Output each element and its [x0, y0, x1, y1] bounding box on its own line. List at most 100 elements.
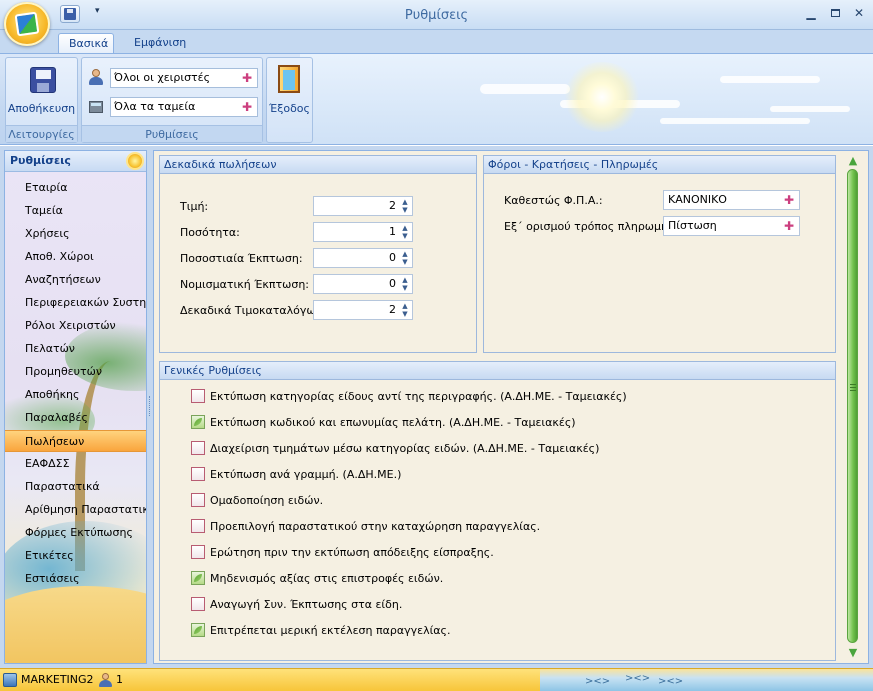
nav-item-print-forms[interactable]: Φόρμες Εκτύπωσης — [5, 522, 146, 544]
nav-item-labels[interactable]: Ετικέτες — [5, 545, 146, 567]
exit-button[interactable]: Έξοδος — [266, 57, 313, 143]
vat-status-field[interactable]: ΚΑΝΟΝΙΚΟ ✚ — [663, 190, 800, 210]
settings-nav-panel: Ρυθμίσεις Εταιρία Ταμεία Χρήσεις Αποθ. Χ… — [4, 150, 147, 664]
spin-arrows-icon[interactable]: ▲ ▼ — [400, 250, 410, 266]
quantity-decimals-value: 1 — [389, 225, 396, 238]
panel-splitter[interactable] — [149, 396, 152, 416]
floppy-disk-icon — [30, 67, 56, 93]
tab-basic[interactable]: Βασικά — [58, 33, 114, 55]
checkbox[interactable] — [191, 493, 205, 507]
pricelist-decimals-value: 2 — [389, 303, 396, 316]
nav-item-searches[interactable]: Αναζητήσεων — [5, 269, 146, 291]
checkbox[interactable] — [191, 389, 205, 403]
fish-icon: ><> — [585, 676, 611, 687]
sales-decimals-title: Δεκαδικά πωλήσεων — [160, 156, 476, 174]
app-logo-icon — [14, 11, 40, 37]
taxes-payments-panel: Φόροι - Κρατήσεις - Πληρωμές Καθεστώς Φ.… — [483, 155, 836, 353]
nav-item-company[interactable]: Εταιρία — [5, 177, 146, 199]
option-label: Μηδενισμός αξίας στις επιστροφές ειδών. — [210, 572, 444, 585]
default-payment-field[interactable]: Πίστωση ✚ — [663, 216, 800, 236]
percent-discount-decimals-label: Ποσοστιαία Έκπτωση: — [180, 252, 303, 265]
scroll-up-icon[interactable]: ▲ — [847, 155, 859, 167]
price-decimals-spinner[interactable]: 2 ▲ ▼ — [313, 196, 413, 216]
default-payment-label: Εξ΄ ορισμού τρόπος πληρωμής: — [504, 220, 679, 233]
sales-decimals-panel: Δεκαδικά πωλήσεων Τιμή: 2 ▲ ▼ Ποσότητα: 1 ▲… — [159, 155, 477, 353]
fish-icon: ><> — [625, 673, 651, 684]
nav-item-storage[interactable]: Αποθ. Χώροι — [5, 246, 146, 268]
price-decimals-value: 2 — [389, 199, 396, 212]
settings-group: Όλοι οι χειριστές ✚ Όλα τα ταμεία ✚ Ρυθμίσ… — [81, 57, 263, 143]
nav-item-customers[interactable]: Πελατών — [5, 338, 146, 360]
settings-group-label: Ρυθμίσεις — [82, 125, 262, 142]
pricelist-decimals-spinner[interactable]: 2 ▲ ▼ — [313, 300, 413, 320]
registers-field[interactable]: Όλα τα ταμεία ✚ — [110, 97, 258, 117]
option-label: Αναγωγή Συν. Έκπτωσης στα είδη. — [210, 598, 403, 611]
title-bar: ▾ Ρυθμίσεις ▁ ✕ — [0, 0, 873, 30]
nav-item-suppliers[interactable]: Προμηθευτών — [5, 361, 146, 383]
window-title: Ρυθμίσεις — [404, 8, 469, 23]
spin-arrows-icon[interactable]: ▲ ▼ — [400, 224, 410, 240]
settings-content: ❀ ❀ ❀ ❀ ❀ ❀ ❀ ❀ Δεκαδικά πωλήσεων Τιμή: … — [153, 150, 869, 664]
picker-icon[interactable]: ✚ — [240, 71, 254, 85]
spin-arrows-icon[interactable]: ▲ ▼ — [400, 276, 410, 292]
close-button[interactable]: ✕ — [848, 4, 870, 22]
save-label: Αποθήκευση — [7, 102, 76, 115]
registers-value: Όλα τα ταμεία — [114, 100, 196, 113]
checkbox-checked[interactable] — [191, 623, 205, 637]
quantity-decimals-spinner[interactable]: 1 ▲ ▼ — [313, 222, 413, 242]
nav-header: Ρυθμίσεις — [5, 151, 146, 172]
nav-item-operator-roles[interactable]: Ρόλοι Χειριστών — [5, 315, 146, 337]
functions-group: Αποθήκευση Λειτουργίες — [5, 57, 78, 143]
checkbox[interactable] — [191, 597, 205, 611]
option-label: Εκτύπωση ανά γραμμή. (Α.ΔΗ.ΜΕ.) — [210, 468, 402, 481]
checkbox[interactable] — [191, 467, 205, 481]
checkbox-checked[interactable] — [191, 415, 205, 429]
nav-item-eafdss[interactable]: ΕΑΦΔΣΣ — [5, 453, 146, 475]
ribbon-tab-bar: Βασικά Εμφάνιση — [0, 30, 873, 55]
picker-icon[interactable]: ✚ — [782, 193, 796, 207]
operators-field[interactable]: Όλοι οι χειριστές ✚ — [110, 68, 258, 88]
door-exit-icon — [278, 65, 300, 93]
ribbon: Αποθήκευση Λειτουργίες Όλοι οι χειριστές… — [0, 53, 873, 145]
workspace: Ρυθμίσεις Εταιρία Ταμεία Χρήσεις Αποθ. Χ… — [0, 146, 873, 668]
nav-item-peripherals[interactable]: Περιφερειακών Συστη... — [5, 292, 146, 314]
checkbox[interactable] — [191, 545, 205, 559]
vertical-scrollbar[interactable]: ▲ ▼ — [845, 153, 861, 661]
checkbox-checked[interactable] — [191, 571, 205, 585]
price-decimals-label: Τιμή: — [180, 200, 209, 213]
maximize-button[interactable] — [824, 4, 846, 22]
spin-arrows-icon[interactable]: ▲ ▼ — [400, 198, 410, 214]
nav-item-sales[interactable]: Πωλήσεων — [5, 430, 146, 452]
minimize-button[interactable]: ▁ — [800, 4, 822, 22]
nav-item-dining[interactable]: Εστιάσεις — [5, 568, 146, 590]
option-label: Εκτύπωση κωδικού και επωνυμίας πελάτη. (… — [210, 416, 576, 429]
monetary-discount-decimals-spinner[interactable]: 0 ▲ ▼ — [313, 274, 413, 294]
database-icon — [3, 673, 17, 687]
user-icon — [98, 673, 112, 687]
save-big-button[interactable]: Αποθήκευση — [6, 58, 77, 124]
sun-icon — [128, 154, 142, 168]
percent-discount-decimals-spinner[interactable]: 0 ▲ ▼ — [313, 248, 413, 268]
checkbox[interactable] — [191, 441, 205, 455]
scroll-thumb[interactable] — [847, 169, 858, 643]
scroll-down-icon[interactable]: ▼ — [847, 647, 859, 659]
application-menu-button[interactable] — [4, 2, 50, 46]
status-bar: MARKETING2 1 ><> ><> ><> — [0, 668, 873, 691]
picker-icon[interactable]: ✚ — [240, 100, 254, 114]
functions-group-label: Λειτουργίες — [6, 125, 77, 142]
picker-icon[interactable]: ✚ — [782, 219, 796, 233]
option-label: Εκτύπωση κατηγορίας είδους αντί της περι… — [210, 390, 627, 403]
nav-item-receipts[interactable]: Παραλαβές — [5, 407, 146, 429]
nav-item-registers[interactable]: Ταμεία — [5, 200, 146, 222]
maximize-icon — [830, 9, 840, 17]
general-settings-panel: Γενικές Ρυθμίσεις Εκτύπωση κατηγορίας εί… — [159, 361, 836, 661]
spin-arrows-icon[interactable]: ▲ ▼ — [400, 302, 410, 318]
nav-item-document-numbering[interactable]: Αρίθμηση Παραστατικών — [5, 499, 146, 521]
tab-view[interactable]: Εμφάνιση — [124, 33, 196, 55]
nav-item-warehouse[interactable]: Αποθήκης — [5, 384, 146, 406]
nav-item-documents[interactable]: Παραστατικά — [5, 476, 146, 498]
nav-item-fiscal-years[interactable]: Χρήσεις — [5, 223, 146, 245]
checkbox[interactable] — [191, 519, 205, 533]
operators-value: Όλοι οι χειριστές — [114, 71, 211, 84]
option-label: Ομαδοποίηση ειδών. — [210, 494, 324, 507]
